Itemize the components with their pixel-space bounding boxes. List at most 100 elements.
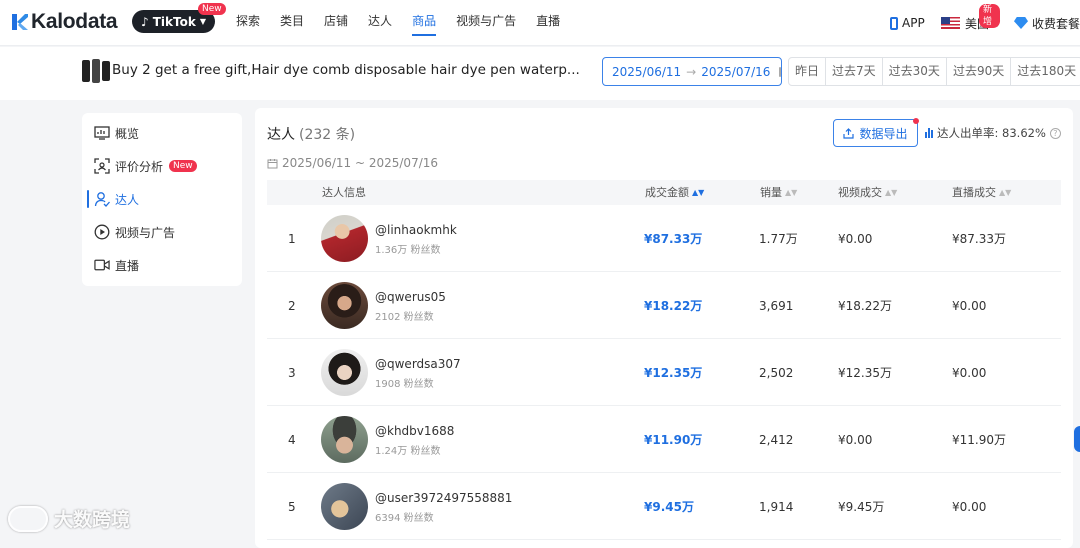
platform-selector[interactable]: ♪ TikTok ▼ New	[132, 3, 226, 33]
live-gmv-value: ¥0.00	[952, 499, 987, 514]
header-video-label: 视频成交	[838, 186, 882, 199]
sidebar-item-label: 视频与广告	[115, 225, 176, 240]
header-sales[interactable]: 销量 ▲▼	[760, 180, 797, 205]
rank: 4	[288, 432, 296, 447]
nav-video-ads[interactable]: 视频与广告	[456, 0, 516, 46]
product-title: Buy 2 get a free gift,Hair dye comb disp…	[112, 62, 580, 78]
notification-dot	[913, 118, 919, 124]
nav-category[interactable]: 类目	[280, 0, 304, 46]
sidebar-item-label: 达人	[115, 192, 140, 207]
sort-icon[interactable]: ▲▼	[885, 180, 897, 205]
avatar[interactable]	[321, 416, 368, 463]
header-video-gmv[interactable]: 视频成交 ▲▼	[838, 180, 897, 205]
kalodata-logo[interactable]: Kalodata	[10, 9, 118, 35]
watermark-logo-icon	[8, 505, 48, 532]
video-gmv-value: ¥0.00	[838, 231, 873, 246]
date-start: 2025/06/11	[612, 64, 682, 79]
video-gmv-value: ¥18.22万	[838, 299, 892, 313]
creator-conversion-rate: 达人出单率: 83.62% ?	[925, 125, 1061, 141]
sidebar-item-creators[interactable]: 达人	[82, 187, 242, 211]
avatar[interactable]	[321, 483, 368, 530]
export-icon	[843, 127, 855, 139]
avatar[interactable]	[321, 349, 368, 396]
chevron-down-icon: ▼	[199, 17, 206, 26]
range-180-days[interactable]: 过去180天	[1010, 58, 1080, 85]
sales-value: 2,412	[759, 432, 794, 447]
table-row[interactable]: 3 @qwerdsa307 1908 粉丝数 ¥12.35万 2,502 ¥12…	[267, 339, 1061, 406]
follower-count: 1.36万 粉丝数	[375, 245, 441, 256]
creator-handle[interactable]: @qwerus05	[375, 290, 446, 304]
sidebar-item-label: 评价分析	[115, 159, 164, 174]
sidebar: 概览 评价分析 New 达人 视频与广告 直播	[82, 113, 242, 286]
creator-count: (232 条)	[299, 127, 356, 143]
rank: 3	[288, 365, 296, 380]
panel-title-text: 达人	[267, 127, 295, 143]
review-analysis-icon	[94, 158, 110, 174]
diamond-icon	[1014, 17, 1028, 29]
header-creator-info: 达人信息	[322, 186, 366, 199]
table-row[interactable]: 5 @user3972497558881 6394 粉丝数 ¥9.45万 1,9…	[267, 473, 1061, 540]
live-camera-icon	[94, 257, 110, 273]
panel-date-text: 2025/06/11 ~ 2025/07/16	[282, 156, 439, 170]
avatar[interactable]	[321, 282, 368, 329]
play-circle-icon	[94, 224, 110, 240]
header-gmv-label: 成交金额	[645, 186, 689, 199]
panel-date-range: 2025/06/11 ~ 2025/07/16	[267, 156, 438, 170]
sidebar-item-video-ads[interactable]: 视频与广告	[82, 220, 242, 244]
creator-handle[interactable]: @khdbv1688	[375, 424, 454, 438]
sales-value: 1,914	[759, 499, 794, 514]
video-gmv-value: ¥0.00	[838, 432, 873, 447]
sort-icon[interactable]: ▲▼	[785, 180, 797, 205]
main-nav: 探索 类目 店铺 达人 商品 视频与广告 直播	[236, 0, 580, 46]
export-data-button[interactable]: 数据导出	[833, 118, 919, 147]
sidebar-item-reviews[interactable]: 评价分析 New	[82, 154, 242, 178]
nav-product[interactable]: 商品	[412, 0, 437, 46]
avatar[interactable]	[321, 215, 368, 262]
header-gmv[interactable]: 成交金额 ▲▼	[645, 180, 704, 205]
header-live-gmv[interactable]: 直播成交 ▲▼	[952, 180, 1011, 205]
range-90-days[interactable]: 过去90天	[945, 58, 1010, 85]
date-range-picker[interactable]: 2025/06/11 → 2025/07/16	[602, 57, 782, 86]
watermark-text: 大数跨境	[54, 509, 131, 531]
table-row[interactable]: 2 @qwerus05 2102 粉丝数 ¥18.22万 3,691 ¥18.2…	[267, 272, 1061, 339]
sidebar-item-overview[interactable]: 概览	[82, 121, 242, 145]
nav-creator[interactable]: 达人	[368, 0, 392, 46]
help-icon[interactable]: ?	[1049, 127, 1061, 139]
creator-handle[interactable]: @user3972497558881	[375, 491, 512, 505]
app-download-button[interactable]: APP	[890, 0, 925, 46]
pricing-label: 收费套餐	[1032, 16, 1080, 31]
sort-desc-icon[interactable]: ▲▼	[692, 180, 704, 205]
nav-live[interactable]: 直播	[536, 0, 560, 46]
sort-icon[interactable]: ▲▼	[999, 180, 1011, 205]
sidebar-item-label: 概览	[115, 126, 140, 141]
creator-handle[interactable]: @qwerdsa307	[375, 357, 461, 371]
table-row[interactable]: 1 @linhaokmhk 1.36万 粉丝数 ¥87.33万 1.77万 ¥0…	[267, 205, 1061, 272]
gmv-value: ¥9.45万	[644, 500, 694, 514]
creator-handle[interactable]: @linhaokmhk	[375, 223, 457, 237]
live-gmv-value: ¥0.00	[952, 365, 987, 380]
phone-icon	[890, 16, 898, 30]
bar-chart-icon	[925, 128, 933, 138]
nav-explore[interactable]: 探索	[236, 0, 260, 46]
new-badge: New	[169, 160, 197, 172]
region-selector[interactable]: 美国 ▼ 新增	[941, 0, 1001, 46]
sales-value: 3,691	[759, 298, 794, 313]
product-thumbnail	[82, 58, 110, 84]
app-label: APP	[902, 16, 925, 30]
floating-help-button[interactable]	[1074, 426, 1080, 452]
table-row[interactable]: 4 @khdbv1688 1.24万 粉丝数 ¥11.90万 2,412 ¥0.…	[267, 406, 1061, 473]
kalodata-logo-icon	[12, 14, 28, 30]
range-30-days[interactable]: 过去30天	[881, 58, 946, 85]
sidebar-item-live[interactable]: 直播	[82, 253, 242, 277]
date-end: 2025/07/16	[701, 64, 771, 79]
panel-title: 达人 (232 条)	[267, 124, 355, 144]
region-new-badge: 新增	[979, 4, 1001, 28]
video-gmv-value: ¥12.35万	[838, 366, 892, 380]
creator-icon	[94, 191, 110, 207]
pricing-link[interactable]: 收费套餐	[1014, 0, 1080, 46]
range-7-days[interactable]: 过去7天	[825, 58, 882, 85]
video-gmv-value: ¥9.45万	[838, 500, 885, 514]
follower-count: 1.24万 粉丝数	[375, 446, 441, 457]
nav-shop[interactable]: 店铺	[324, 0, 348, 46]
range-yesterday[interactable]: 昨日	[789, 58, 825, 85]
